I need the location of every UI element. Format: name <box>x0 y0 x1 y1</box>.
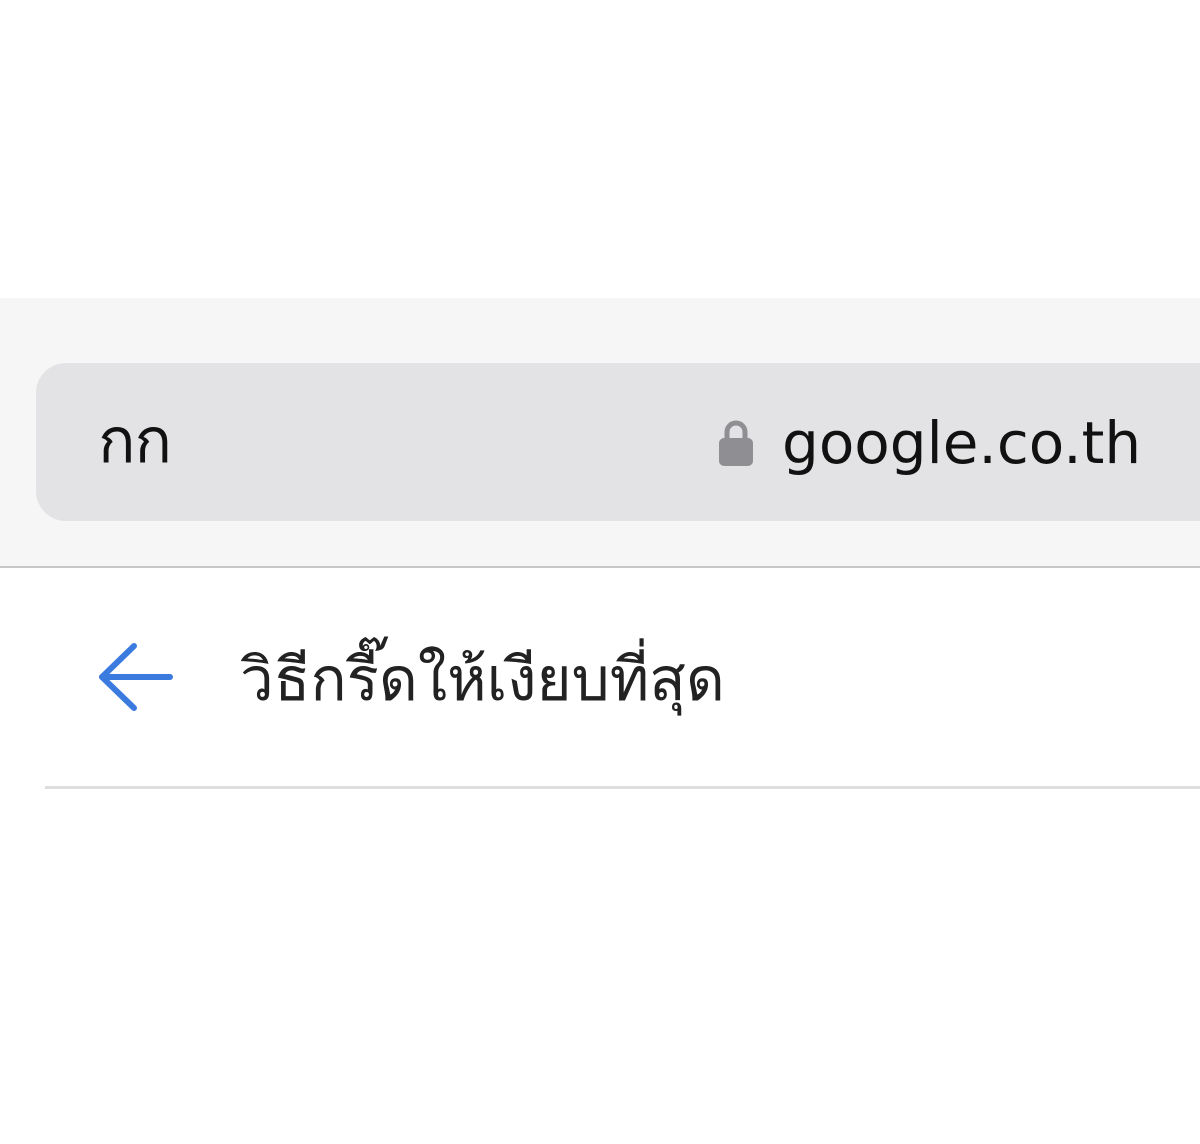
address-bar[interactable]: กก google.co.th <box>36 363 1200 521</box>
url-text[interactable]: google.co.th <box>782 403 1141 483</box>
search-query-text[interactable]: วิธีกรี๊ดให้เงียบที่สุด <box>240 632 725 728</box>
text-size-button[interactable]: กก <box>98 401 172 481</box>
lock-icon <box>719 420 753 466</box>
search-divider <box>45 786 1200 789</box>
back-arrow-icon[interactable] <box>96 642 176 712</box>
page-top-area <box>0 0 1200 298</box>
